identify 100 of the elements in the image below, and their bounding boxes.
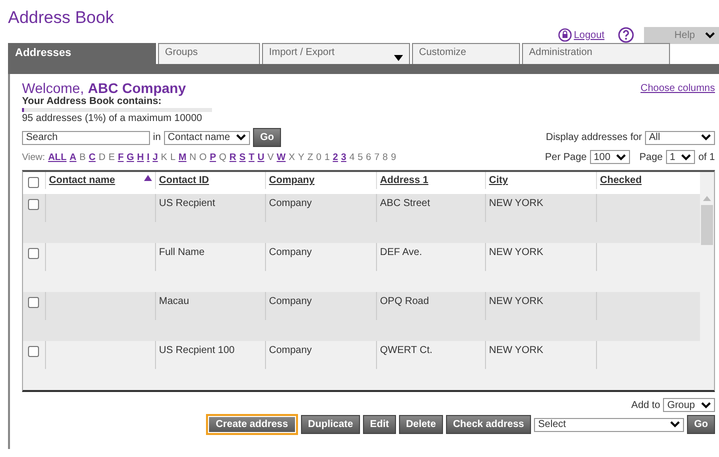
select-all-checkbox[interactable] — [28, 177, 39, 188]
letter-label: L — [170, 152, 176, 162]
letter-link[interactable]: M — [178, 152, 186, 162]
caret-icon — [394, 55, 403, 61]
letter-label: O — [199, 152, 207, 162]
row-checkbox[interactable] — [28, 346, 39, 357]
letter-label: 5 — [358, 152, 363, 162]
table-cell: Company — [265, 242, 376, 271]
row-checkbox[interactable] — [28, 248, 39, 259]
table-cell: DEF Ave. — [376, 242, 485, 271]
letter-link[interactable]: S — [239, 152, 246, 162]
caret-icon — [701, 134, 711, 141]
letter-label: 8 — [382, 152, 388, 162]
letter-label: N — [189, 152, 196, 162]
letter-label: Y — [298, 152, 304, 162]
column-header[interactable]: Contact ID — [155, 172, 265, 189]
action-go-button[interactable]: Go — [687, 415, 715, 434]
caret-icon — [670, 421, 680, 428]
letter-link[interactable]: J — [152, 152, 158, 162]
column-header[interactable]: City — [485, 172, 596, 189]
letter-link[interactable]: P — [210, 152, 216, 162]
row-checkbox[interactable] — [28, 198, 39, 210]
letter-label: B — [79, 152, 86, 162]
letter-link[interactable]: W — [276, 152, 286, 162]
help-icon[interactable] — [618, 27, 634, 43]
add-to-select[interactable]: Group — [663, 398, 715, 412]
search-column-select[interactable]: Contact name — [164, 130, 250, 144]
add-to-label: Add to — [631, 400, 660, 410]
welcome-heading: Welcome, ABC Company — [22, 80, 186, 96]
table-cell: ABC Street — [376, 194, 485, 222]
search-go-button[interactable]: Go — [253, 128, 281, 147]
table-cell: NEW YORK — [485, 340, 596, 369]
letter-link[interactable]: ALL — [48, 152, 67, 162]
scrollbar-thumb[interactable] — [701, 205, 713, 245]
letter-link[interactable]: 2 — [332, 152, 338, 162]
table-cell: Company — [265, 340, 376, 369]
action-button[interactable]: Delete — [398, 415, 443, 434]
letter-link[interactable]: R — [229, 152, 236, 162]
letter-link[interactable]: 3 — [341, 152, 346, 162]
table-cell: NEW YORK — [485, 242, 596, 271]
letter-label: Z — [307, 152, 314, 162]
action-button[interactable]: Duplicate — [301, 415, 360, 434]
letter-label: Q — [219, 152, 226, 162]
letter-label: 7 — [374, 152, 380, 162]
tab[interactable]: Groups — [158, 43, 260, 64]
caret-icon — [236, 134, 246, 141]
action-button[interactable]: Create address — [206, 414, 298, 435]
letter-label: E — [108, 152, 115, 162]
row-checkbox[interactable] — [28, 296, 39, 308]
page-label: Page — [639, 152, 663, 162]
letter-label: K — [160, 152, 168, 162]
usage-summary: 95 addresses (1%) of a maximum 10000 — [22, 113, 204, 124]
letter-link[interactable]: U — [257, 152, 264, 162]
table-cell: NEW YORK — [485, 194, 596, 222]
letter-label: 0 — [316, 152, 322, 162]
table-cell: QWERT Ct. — [376, 340, 485, 369]
table-cell: Company — [265, 292, 376, 320]
search-field[interactable]: Search — [22, 130, 150, 144]
letter-label: V — [267, 152, 274, 162]
letter-label: D — [98, 152, 106, 162]
display-for-label: Display addresses for — [546, 132, 642, 143]
letter-link[interactable]: A — [70, 152, 76, 162]
in-label: in — [153, 132, 161, 143]
table-cell: OPQ Road — [376, 292, 485, 320]
per-page-label: Per Page — [545, 152, 587, 162]
letter-link[interactable]: I — [146, 152, 150, 162]
table-cell: US Recpient 100 — [155, 340, 265, 369]
page-count: of 1 — [698, 152, 715, 162]
lock-icon — [558, 28, 572, 42]
action-button[interactable]: Edit — [363, 415, 396, 434]
letter-link[interactable]: C — [88, 152, 96, 162]
letter-label: 9 — [390, 152, 396, 162]
display-for-select[interactable]: All — [645, 130, 715, 144]
column-header[interactable]: Address 1 — [376, 172, 485, 189]
tab[interactable]: Administration — [522, 43, 670, 64]
view-label: View: — [22, 152, 46, 162]
per-page-select[interactable]: 100 — [590, 150, 630, 164]
letter-link[interactable]: T — [248, 152, 254, 162]
letter-link[interactable]: H — [137, 152, 144, 162]
logout-link[interactable]: Logout — [558, 28, 604, 42]
table-cell: NEW YORK — [485, 292, 596, 320]
letter-label: 6 — [366, 152, 372, 162]
letter-link[interactable]: G — [126, 152, 134, 162]
tab[interactable]: Customize — [412, 43, 520, 64]
letter-label: 1 — [324, 152, 330, 162]
letter-link[interactable]: F — [118, 152, 124, 162]
column-header[interactable]: Company — [265, 172, 376, 189]
table-cell: Macau — [155, 292, 265, 320]
tab[interactable]: Import / Export — [262, 43, 410, 64]
caret-icon — [681, 154, 692, 160]
choose-columns-link[interactable]: Choose columns — [640, 82, 715, 94]
caret-icon — [705, 32, 715, 38]
action-select[interactable]: Select — [534, 418, 684, 432]
action-button[interactable]: Check address — [446, 415, 532, 434]
column-header[interactable]: Contact name — [45, 172, 155, 189]
letter-label: 4 — [349, 152, 355, 162]
table-cell: US Recpient — [155, 194, 265, 222]
caret-icon — [616, 154, 626, 160]
page-select[interactable]: 1 — [666, 150, 696, 164]
tab[interactable]: Addresses — [8, 43, 156, 64]
